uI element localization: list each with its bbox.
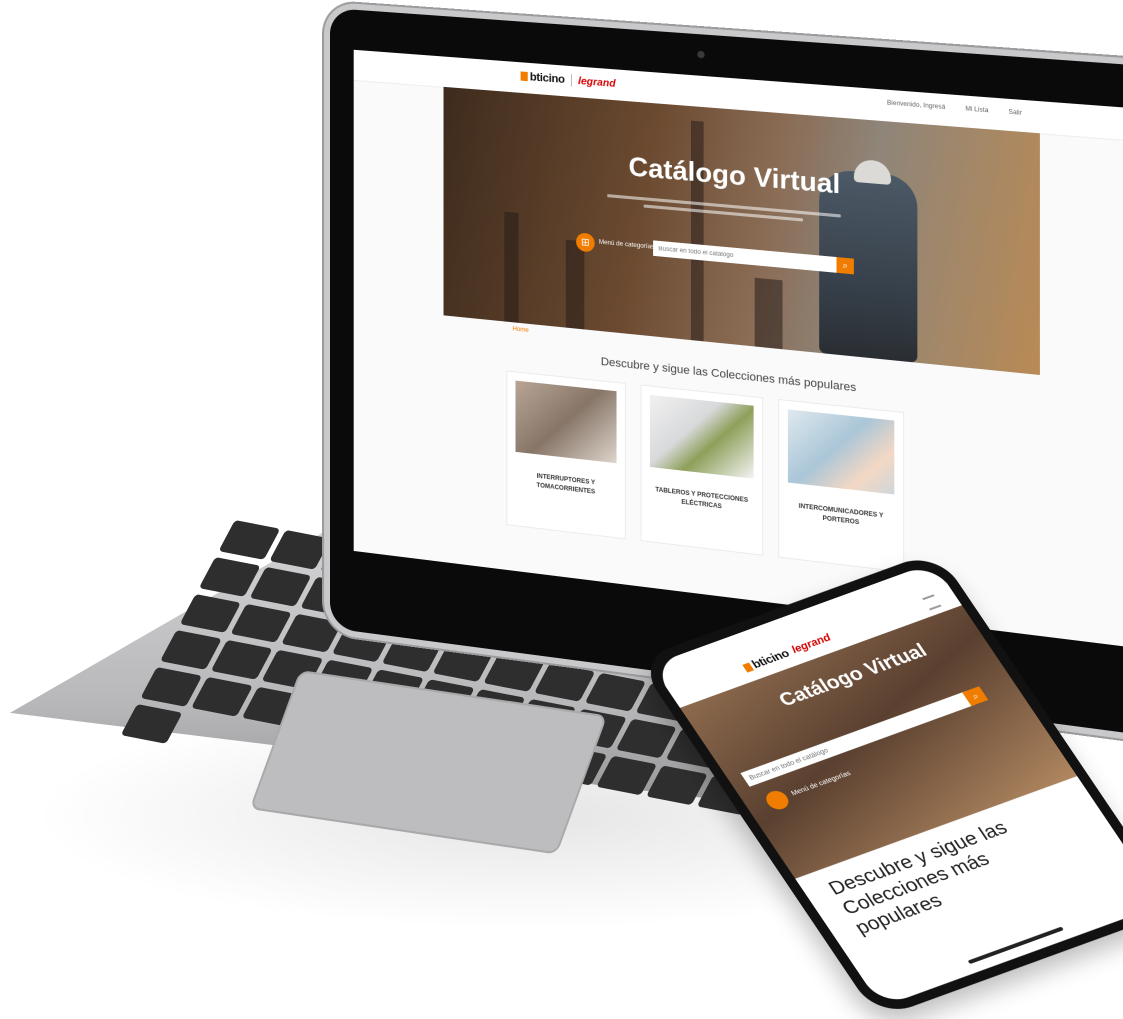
brand-divider	[570, 74, 572, 87]
bticino-logo[interactable]: bticino	[521, 70, 565, 86]
keyboard-key	[584, 672, 646, 713]
camera-icon	[697, 50, 705, 59]
keyboard-key	[190, 677, 253, 717]
search-icon: ⌕	[842, 259, 848, 271]
breadcrumb-home[interactable]: Home	[512, 326, 528, 334]
keyboard-key	[179, 593, 242, 634]
device-mockup-scene: bticino legrand Bienvenido, Ingresá Mi L…	[0, 0, 1123, 1019]
keyboard-key	[432, 642, 495, 683]
collection-card[interactable]: TABLEROS Y PROTECCIONES ELÉCTRICAS	[640, 384, 764, 556]
menu-categories-label[interactable]: Menú de categorías	[599, 240, 654, 251]
grid-icon: ⊞	[581, 236, 590, 249]
collections-list: INTERRUPTORES Y TOMACORRIENTES TABLEROS …	[506, 370, 905, 573]
keyboard-key	[595, 755, 658, 796]
keyboard-key	[230, 603, 292, 644]
keyboard-key	[646, 765, 708, 806]
collection-card-image	[649, 394, 754, 479]
collection-card[interactable]: INTERRUPTORES Y TOMACORRIENTES	[506, 370, 626, 540]
keyboard-key	[615, 719, 677, 759]
hero-bg-tower	[754, 277, 783, 354]
keyboard-key	[483, 652, 545, 693]
collection-card[interactable]: INTERCOMUNICADORES Y PORTEROS	[778, 398, 905, 573]
header-link-mylist[interactable]: Mi Lista	[965, 106, 988, 114]
hero-banner: Catálogo Virtual ⊞ Menú de categorías ⌕	[443, 86, 1040, 375]
header-links: Bienvenido, Ingresá Mi Lista Salir	[887, 100, 1022, 117]
keyboard-key	[218, 520, 281, 560]
keyboard-key	[249, 566, 312, 607]
header-link-logout[interactable]: Salir	[1008, 109, 1021, 116]
search-input[interactable]	[653, 240, 844, 274]
legrand-logo[interactable]: legrand	[578, 75, 615, 89]
collection-card-label: TABLEROS Y PROTECCIONES ELÉCTRICAS	[655, 487, 749, 511]
laptop-screen: bticino legrand Bienvenido, Ingresá Mi L…	[353, 49, 1123, 647]
hero-bg-tower	[690, 120, 704, 344]
collection-card-image	[515, 380, 617, 464]
brand-logos[interactable]: bticino legrand	[521, 70, 616, 90]
collection-card-image	[787, 409, 895, 495]
keyboard-key	[533, 662, 596, 703]
keyboard-key	[280, 613, 343, 653]
hero-bg-tower	[504, 211, 519, 325]
search-icon: ⌕	[969, 690, 981, 701]
keyboard-key	[199, 556, 261, 597]
keyboard-key	[210, 640, 273, 680]
header-link-login[interactable]: Bienvenido, Ingresá	[887, 100, 945, 111]
phone-home-indicator	[967, 926, 1064, 965]
collection-card-label: INTERRUPTORES Y TOMACORRIENTES	[536, 473, 596, 496]
hero-bg-tower	[565, 239, 585, 334]
collection-card-label: INTERCOMUNICADORES Y PORTEROS	[798, 503, 884, 527]
search-button[interactable]: ⌕	[836, 257, 854, 275]
